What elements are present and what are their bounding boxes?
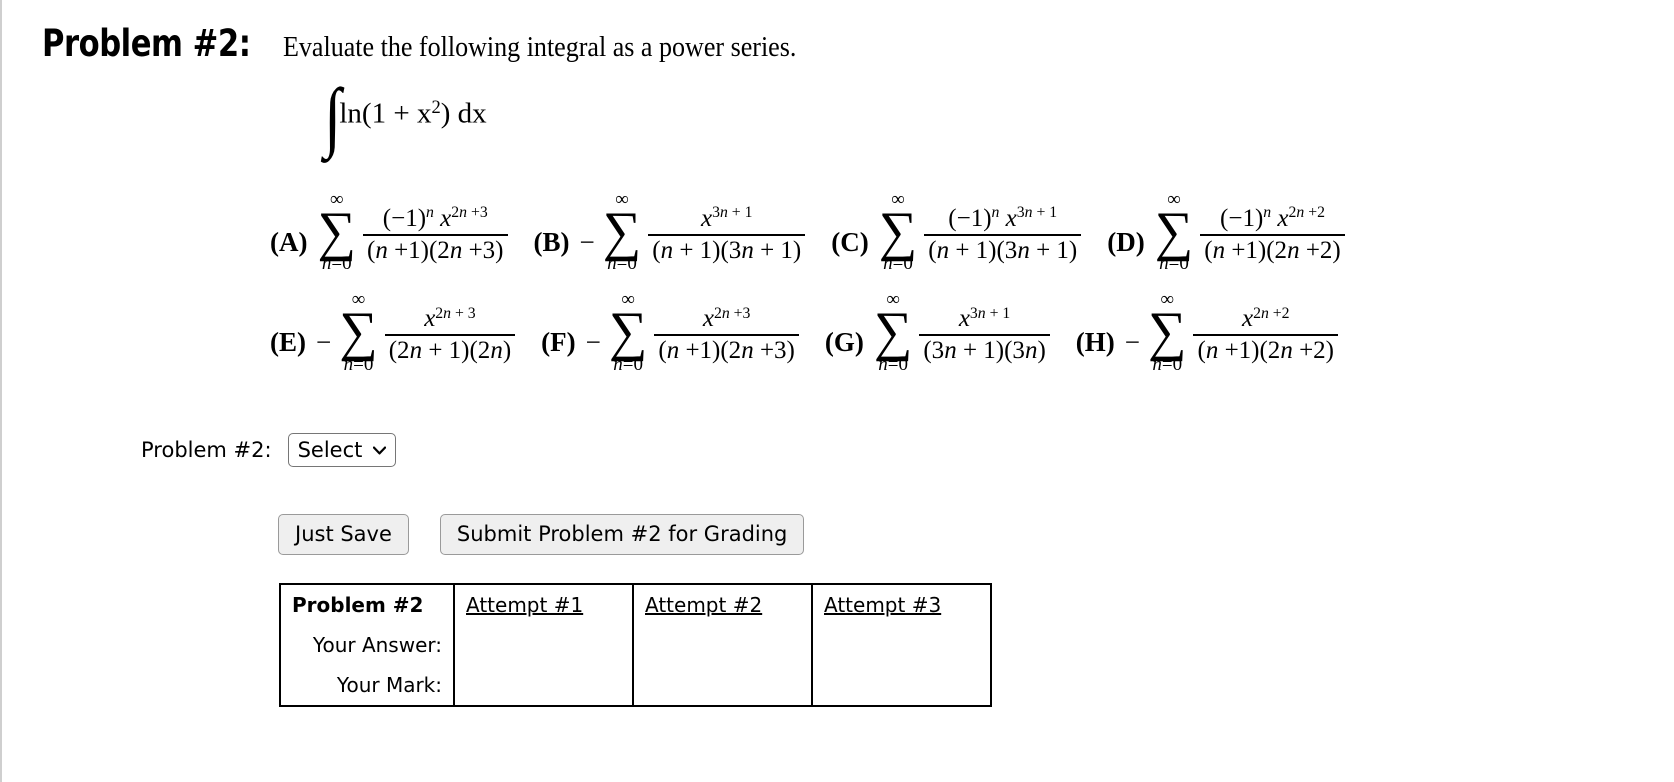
option-label: (E) [270,326,306,357]
table-row: Your Answer: [279,625,992,665]
fraction-numerator: x2n +3 [702,304,751,333]
fraction-numerator: (−1)n x2n +2 [1220,204,1325,233]
result-cell [453,625,634,665]
row-label: Your Answer: [279,625,455,665]
integrand: ln(1 + x2) dx [339,97,486,131]
answer-option-a: (A) ∞ ∑ n=0 (−1)n x2n +3 (n +1)(2n +3) [270,190,508,274]
option-label: (B) [533,226,570,257]
option-label: (C) [831,226,869,257]
options-row-2: (E) − ∞ ∑ n=0 x2n + 3 (2n + 1)(2n) (F) − ∞ ∑ n=0 x2n… [270,290,1470,374]
option-leading-sign: − [585,326,601,357]
fraction-numerator: x2n + 3 [424,304,476,333]
table-row: Your Mark: [279,665,992,707]
fraction-numerator: (−1)n x3n + 1 [948,204,1058,233]
options-row-1: (A) ∞ ∑ n=0 (−1)n x2n +3 (n +1)(2n +3) (B) − ∞ ∑ n… [270,190,1470,274]
fraction-denominator: (n + 1)(3n + 1) [652,237,802,265]
summation-symbol: ∞ ∑ n=0 [1148,290,1187,374]
attempt-header-3: Attempt #3 [811,583,992,625]
summation-symbol: ∞ ∑ n=0 [609,290,648,374]
attempt-header-text: Attempt #2 [645,593,763,617]
option-leading-sign: − [316,326,332,357]
fraction-numerator: (−1)n x2n +3 [382,204,488,233]
integral-expression: ∫ ln(1 + x2) dx [322,76,487,154]
fraction-denominator: (n +1)(2n +2) [1204,237,1341,265]
option-label: (F) [541,326,576,357]
fraction-denominator: (2n + 1)(2n) [388,337,512,365]
sigma-icon: ∑ [873,300,913,362]
sigma-icon: ∑ [878,200,918,262]
attempts-table: Problem #2 Attempt #1 Attempt #2 Attempt #3… [279,583,992,707]
result-cell [632,665,813,707]
answer-option-d: (D) ∞ ∑ n=0 (−1)n x2n +2 (n +1)(2n +2) [1107,190,1345,274]
fraction-denominator: (n +1)(2n +2) [1197,337,1334,365]
answer-option-c: (C) ∞ ∑ n=0 (−1)n x3n + 1 (n + 1)(3n + 1) [831,190,1082,274]
fraction-denominator: (n +1)(2n +3) [366,237,504,265]
option-fraction: x2n +2 (n +1)(2n +2) [1193,305,1338,365]
result-cell [632,625,813,665]
summation-symbol: ∞ ∑ n=0 [1155,190,1194,274]
attempt-header-2: Attempt #2 [632,583,813,625]
attempt-header-text: Attempt #1 [466,593,584,617]
result-cell [453,665,634,707]
integrand-suffix: ) dx [440,97,487,130]
integrand-exponent: 2 [431,97,441,119]
attempt-header-1: Attempt #1 [453,583,634,625]
option-label: (G) [824,326,864,357]
table-header-row: Problem #2 Attempt #1 Attempt #2 Attempt #3 [279,583,992,625]
sigma-icon: ∑ [1147,300,1187,362]
chevron-down-icon [372,443,386,458]
option-label: (A) [270,226,308,257]
sigma-icon: ∑ [339,300,378,362]
answer-select[interactable]: Select [287,433,396,467]
answer-option-g: (G) ∞ ∑ n=0 x3n + 1 (3n + 1)(3n) [825,290,1050,374]
option-fraction: x2n +3 (n +1)(2n +3) [654,305,799,365]
summation-symbol: ∞ ∑ n=0 [879,190,918,274]
problem-prompt: Evaluate the following integral as a pow… [282,32,797,63]
fraction-numerator: x3n + 1 [958,304,1011,333]
option-leading-sign: − [1124,326,1140,357]
summation-symbol: ∞ ∑ n=0 [339,290,378,374]
attempt-header-text: Attempt #3 [824,593,942,617]
table-corner-label: Problem #2 [279,583,455,625]
sigma-icon: ∑ [1154,200,1194,262]
integrand-prefix: ln(1 + x [339,97,432,130]
option-leading-sign: − [579,226,595,257]
answer-select-label: Problem #2: [141,438,272,462]
action-buttons: Just Save Submit Problem #2 for Grading [278,514,805,555]
answer-option-h: (H) − ∞ ∑ n=0 x2n +2 (n +1)(2n +2) [1076,290,1338,374]
answer-select-row: Problem #2: Select [141,433,396,467]
fraction-denominator: (n + 1)(3n + 1) [928,237,1078,265]
fraction-denominator: (n +1)(2n +3) [658,337,795,365]
page-title: Problem #2: [42,22,251,65]
option-fraction: (−1)n x3n + 1 (n + 1)(3n + 1) [924,204,1082,265]
fraction-numerator: x3n + 1 [700,204,753,233]
summation-symbol: ∞ ∑ n=0 [603,190,642,274]
answer-options: (A) ∞ ∑ n=0 (−1)n x2n +3 (n +1)(2n +3) (B) − ∞ ∑ n… [270,190,1470,375]
option-label: (D) [1107,226,1145,257]
result-cell [811,625,992,665]
problem-page: Problem #2: Evaluate the following integ… [0,0,1674,782]
sigma-icon: ∑ [317,200,356,262]
submit-for-grading-button[interactable]: Submit Problem #2 for Grading [439,514,805,555]
answer-select-value: Select [297,438,363,462]
row-label: Your Mark: [279,665,455,707]
sigma-icon: ∑ [608,300,648,362]
option-fraction: (−1)n x2n +2 (n +1)(2n +2) [1200,204,1345,265]
fraction-numerator: x2n +2 [1241,304,1290,333]
summation-symbol: ∞ ∑ n=0 [317,190,356,274]
answer-option-b: (B) − ∞ ∑ n=0 x3n + 1 (n + 1)(3n + 1) [534,190,806,274]
option-fraction: x3n + 1 (3n + 1)(3n) [919,304,1050,365]
answer-option-e: (E) − ∞ ∑ n=0 x2n + 3 (2n + 1)(2n) [270,290,516,374]
option-fraction: x3n + 1 (n + 1)(3n + 1) [648,204,806,265]
just-save-button[interactable]: Just Save [278,514,409,555]
fraction-denominator: (3n + 1)(3n) [923,337,1046,365]
option-label: (H) [1075,326,1115,357]
result-cell [811,665,992,707]
answer-option-f: (F) − ∞ ∑ n=0 x2n +3 (n +1)(2n +3) [541,290,799,374]
problem-header: Problem #2: Evaluate the following integ… [42,22,835,65]
sigma-icon: ∑ [602,200,642,262]
option-fraction: (−1)n x2n +3 (n +1)(2n +3) [362,204,508,265]
option-fraction: x2n + 3 (2n + 1)(2n) [384,304,516,365]
summation-symbol: ∞ ∑ n=0 [874,290,913,374]
